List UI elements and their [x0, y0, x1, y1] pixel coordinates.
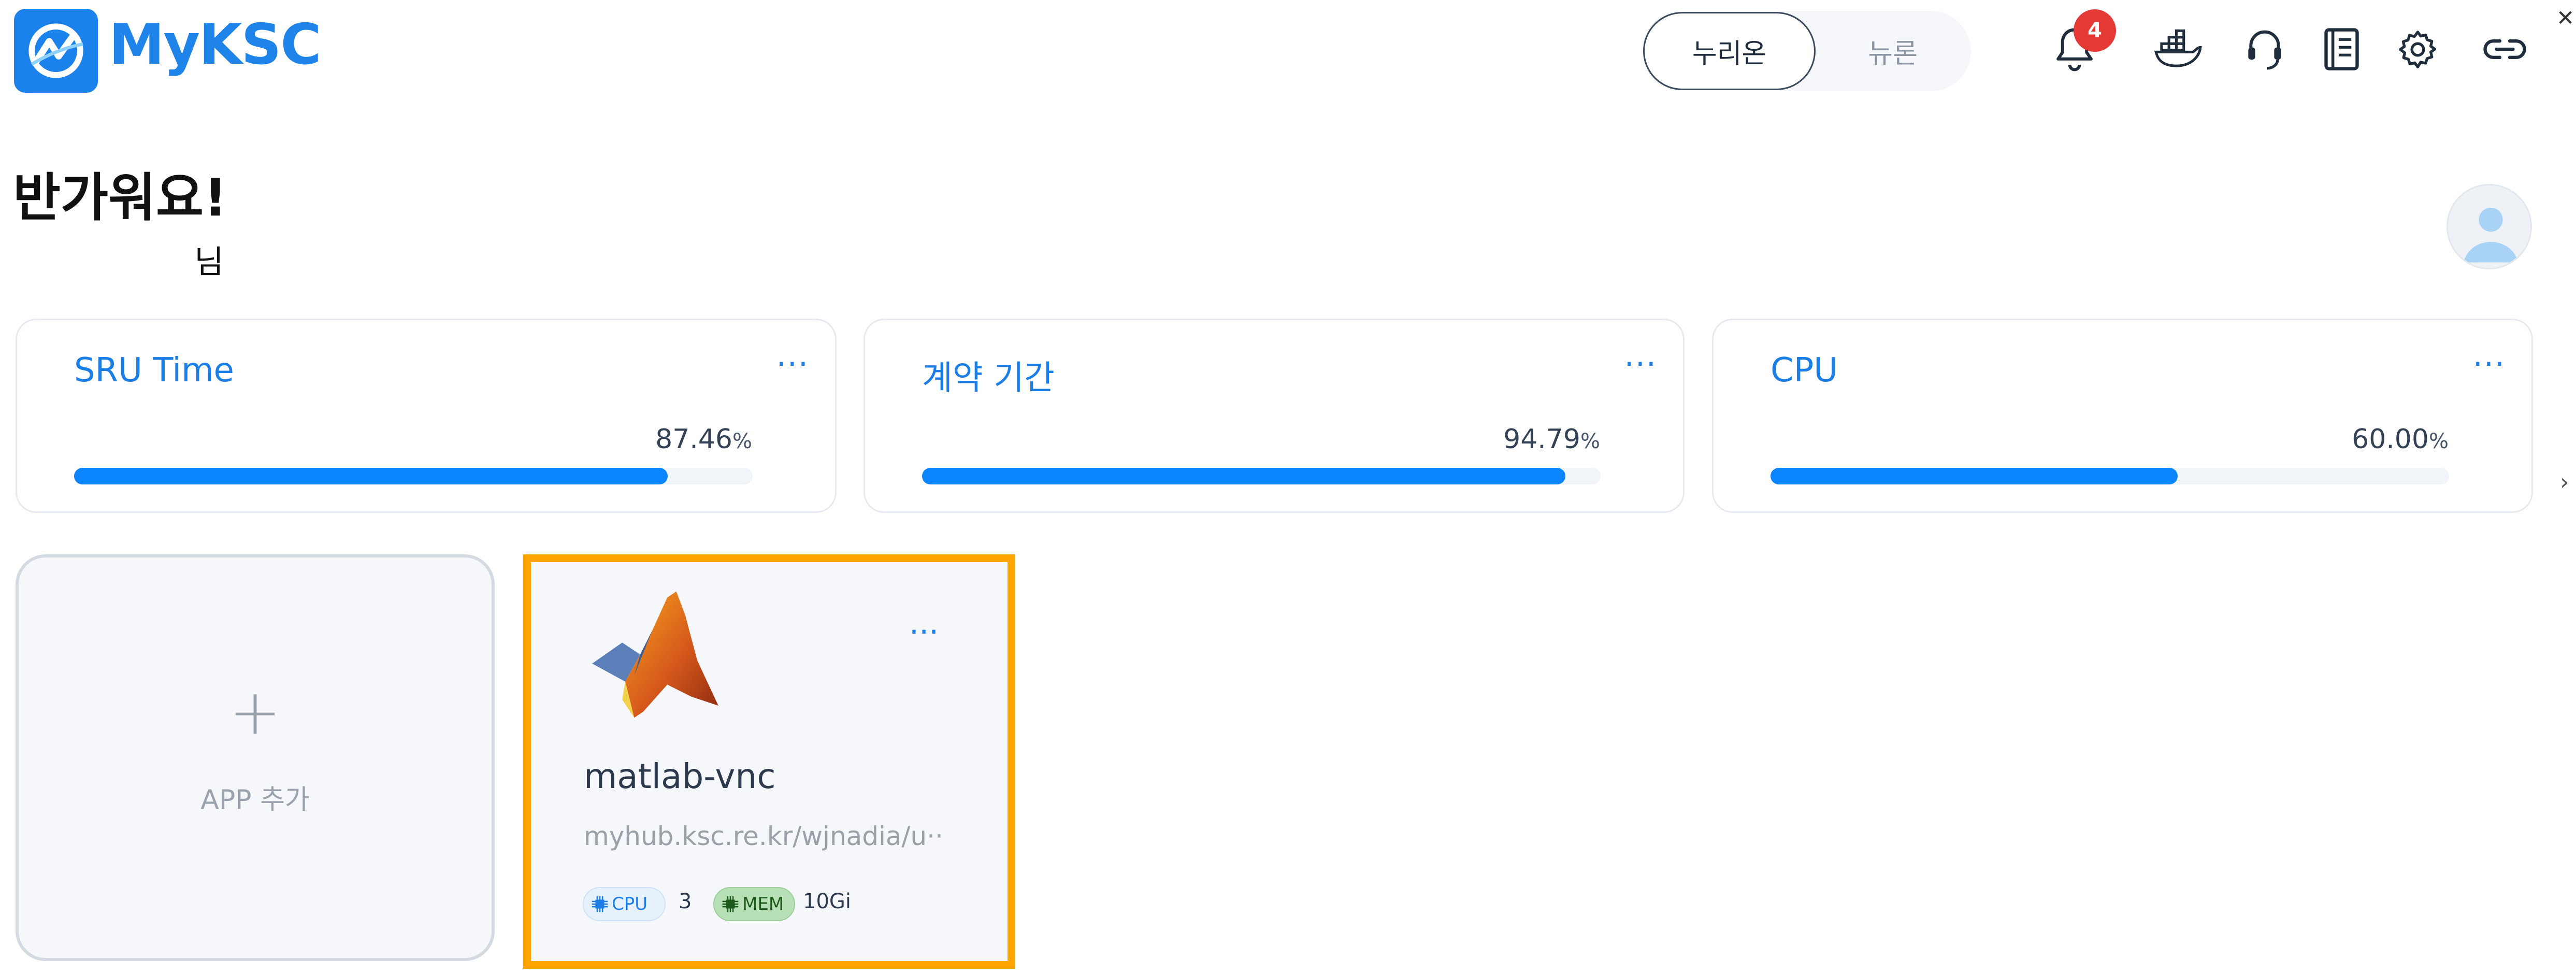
plus-icon: + [229, 677, 281, 749]
memory-chip-icon [722, 896, 739, 912]
notebook-icon [2324, 28, 2359, 70]
more-options-icon[interactable]: ··· [2473, 346, 2506, 382]
docker-button[interactable] [2150, 21, 2207, 78]
more-options-icon[interactable]: ··· [776, 346, 809, 382]
cpu-tag: CPU [583, 887, 666, 921]
chevron-right-icon[interactable]: › [2560, 469, 2569, 495]
greeting-title: 반가워요! [13, 167, 227, 228]
add-app-button[interactable]: + APP 추가 [16, 554, 495, 961]
stat-value: 60.00% [2352, 424, 2449, 455]
app-name: matlab-vnc [584, 756, 776, 796]
user-avatar-icon [2463, 207, 2519, 263]
stat-title: CPU [1771, 351, 1838, 390]
add-app-label: APP 추가 [200, 784, 310, 815]
cpu-value: 3 [679, 890, 692, 913]
mem-tag: MEM [713, 887, 795, 921]
progress-fill [74, 468, 668, 484]
headset-icon [2248, 30, 2281, 70]
stat-card-sru-time: SRU Time ··· 87.46% [16, 319, 837, 513]
stat-number: 94.79 [1503, 424, 1580, 455]
stat-number: 87.46 [655, 424, 732, 455]
stat-title: SRU Time [74, 351, 234, 390]
stat-unit: % [732, 430, 752, 453]
notification-count-badge: 4 [2074, 9, 2116, 52]
stat-card-cpu: CPU ··· 60.00% [1712, 319, 2533, 513]
progress-track [1771, 468, 2449, 484]
more-options-icon[interactable]: ··· [909, 614, 939, 650]
brand-name: MyKSC [109, 12, 322, 77]
support-button[interactable] [2239, 21, 2291, 78]
stat-value: 94.79% [1503, 424, 1600, 455]
gear-icon [2399, 30, 2437, 68]
matlab-logo-icon [592, 591, 718, 718]
toggle-nurion[interactable]: 누리온 [1643, 12, 1816, 90]
stat-unit: % [2428, 430, 2449, 453]
greeting-username: 님 [194, 243, 224, 281]
mem-tag-label: MEM [742, 894, 784, 914]
progress-fill [922, 468, 1565, 484]
logo[interactable] [14, 9, 98, 93]
stat-number: 60.00 [2352, 424, 2429, 455]
stat-card-contract-period: 계약 기간 ··· 94.79% [864, 319, 1685, 513]
more-options-icon[interactable]: ··· [1624, 346, 1657, 382]
stat-value: 87.46% [655, 424, 752, 455]
docs-button[interactable] [2315, 21, 2367, 78]
link-button[interactable] [2476, 21, 2533, 78]
app-url: myhub.ksc.re.kr/wjnadia/u··· [584, 821, 941, 851]
close-icon[interactable]: ✕ [2556, 5, 2574, 31]
avatar[interactable] [2447, 184, 2532, 269]
mem-value: 10Gi [803, 890, 852, 913]
progress-fill [1771, 468, 2178, 484]
app-card-matlab-vnc[interactable]: ··· matlab-vnc myhub.ksc.re.kr/wjnadia/u… [523, 554, 1015, 969]
link-icon [2483, 39, 2526, 59]
progress-track [74, 468, 753, 484]
settings-button[interactable] [2391, 21, 2445, 78]
stat-title: 계약 기간 [922, 359, 1055, 397]
docker-icon [2154, 29, 2202, 67]
toggle-neuron[interactable]: 뉴론 [1816, 12, 1970, 90]
cpu-tag-label: CPU [612, 894, 648, 914]
progress-track [922, 468, 1601, 484]
cpu-chip-icon [592, 896, 608, 912]
logo-icon [28, 23, 83, 78]
stat-unit: % [1580, 430, 1600, 453]
